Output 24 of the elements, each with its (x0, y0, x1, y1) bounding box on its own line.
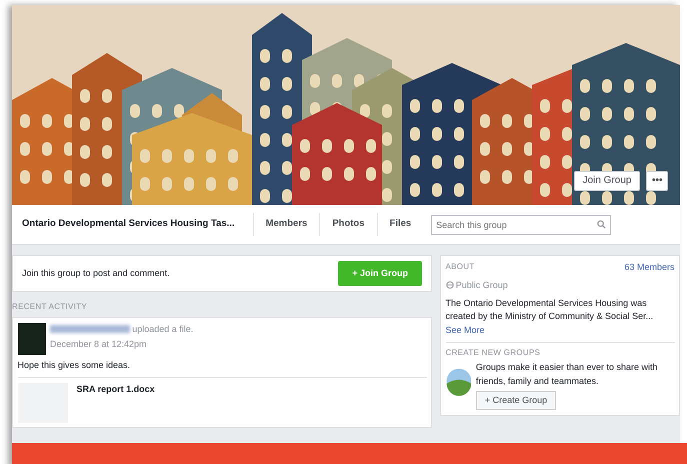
attachment-name[interactable]: SRA report 1.docx (76, 382, 155, 422)
nav-tab[interactable]: Photos (319, 213, 377, 236)
post-time: December 8 at 12:42pm (50, 338, 148, 352)
create-group-button[interactable]: + Create Group (476, 390, 556, 410)
avatar-photo-placeholder (18, 322, 46, 354)
create-groups-text: Groups make it easier than ever to share with friends, family and teammates. (476, 361, 658, 388)
nav-tab[interactable]: Files (376, 213, 424, 236)
section-heading: RECENT ACTIVITY (12, 300, 88, 312)
globe-icon (446, 281, 454, 290)
join-prompt-text: Join this group to post and comment. (22, 266, 170, 280)
group-title[interactable]: Ontario Developmental Services Housing Tas... (22, 217, 235, 232)
nav-tab[interactable]: Members (252, 213, 320, 236)
search-icon[interactable] (597, 220, 606, 229)
post-text: Hope this gives some ideas. (18, 359, 426, 378)
group-description: The Ontario Developmental Services Housing was created by the Ministry of Community & Social Ser... See More (446, 296, 674, 342)
privacy-label: Public Group (456, 278, 508, 292)
members-link[interactable]: 63 Members (624, 260, 674, 274)
post-action: uploaded a file. (132, 324, 194, 334)
section-heading: ABOUT (446, 260, 475, 272)
see-more-link[interactable]: See More (446, 324, 485, 334)
search-field[interactable]: Search this group (431, 214, 612, 234)
more-button[interactable]: ••• (646, 171, 668, 191)
join-group-button[interactable]: Join Group (574, 171, 640, 191)
section-heading: CREATE NEW GROUPS (446, 347, 542, 359)
